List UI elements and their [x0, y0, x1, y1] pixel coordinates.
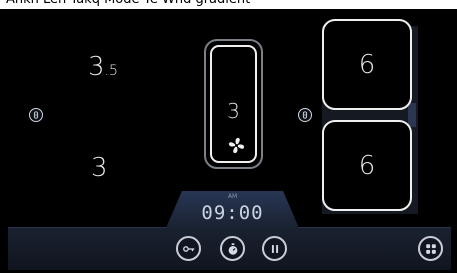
pause-icon	[271, 244, 278, 253]
lock-button[interactable]	[176, 236, 201, 261]
zone-bottom-left[interactable]: 3	[91, 153, 108, 183]
zone-top-right-value: 6	[358, 49, 376, 80]
caption: Ankh Leh Takq Mode Ye Wnd gradient	[0, 0, 457, 9]
zone-center-frame: 3	[210, 45, 257, 163]
zone-top-right[interactable]: 6	[322, 19, 412, 110]
zone-bottom-right-value: 6	[358, 150, 376, 181]
zone-center-value: 3	[227, 99, 240, 123]
zone-bottom-left-value: 3	[91, 153, 108, 183]
right-link-icon[interactable]	[298, 108, 312, 122]
timer-button[interactable]	[220, 236, 245, 261]
zone-bottom-right[interactable]: 6	[322, 120, 412, 211]
timer-display[interactable]: AM 09:00	[166, 191, 299, 228]
pause-button[interactable]	[262, 236, 287, 261]
left-link-icon[interactable]	[29, 108, 43, 122]
zone-top-left-value: 3	[88, 52, 105, 82]
zone-bridge-indicator	[408, 103, 416, 127]
zone-center[interactable]: 3	[204, 39, 263, 169]
timer-clock: 09:00	[201, 202, 264, 224]
timer-period: AM	[227, 193, 238, 200]
zone-top-left-decimal: .5	[104, 63, 118, 79]
key-icon	[182, 245, 194, 252]
stopwatch-icon	[228, 242, 237, 255]
grid-menu-icon	[425, 243, 436, 254]
menu-button[interactable]	[418, 236, 443, 261]
zone-top-left[interactable]: 3.5	[88, 52, 118, 82]
fan-icon	[228, 137, 245, 154]
